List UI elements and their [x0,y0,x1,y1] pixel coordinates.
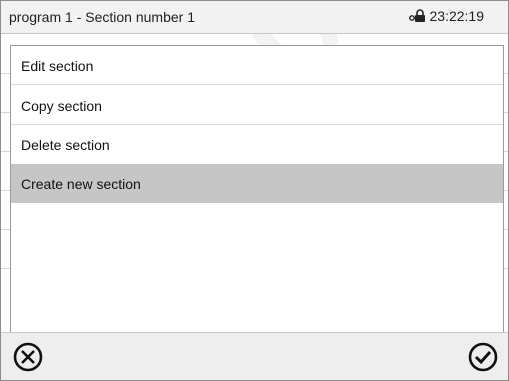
section-context-menu: Edit section Copy section Delete section… [10,45,504,347]
confirm-check-circle-icon[interactable] [466,340,500,374]
menu-item-create-new-section[interactable]: Create new section [11,164,503,203]
menu-item-label: Edit section [21,58,94,74]
app-screen: QUE D program 1 - Section number 1 23:22… [0,0,509,381]
menu-item-label: Delete section [21,137,110,153]
menu-item-copy-section[interactable]: Copy section [11,86,503,125]
menu-item-delete-section[interactable]: Delete section [11,125,503,164]
lock-key-icon [408,9,425,22]
menu-item-label: Copy section [21,98,102,114]
cancel-circle-icon[interactable] [11,340,45,374]
title-bar: program 1 - Section number 1 23:22:19 [1,1,508,34]
menu-item-label: Create new section [21,176,141,192]
status-area: 23:22:19 [408,8,485,24]
page-title: program 1 - Section number 1 [9,9,195,25]
clock-time: 23:22:19 [429,8,485,24]
menu-item-edit-section[interactable]: Edit section [11,46,503,85]
bottom-action-bar [1,332,508,380]
